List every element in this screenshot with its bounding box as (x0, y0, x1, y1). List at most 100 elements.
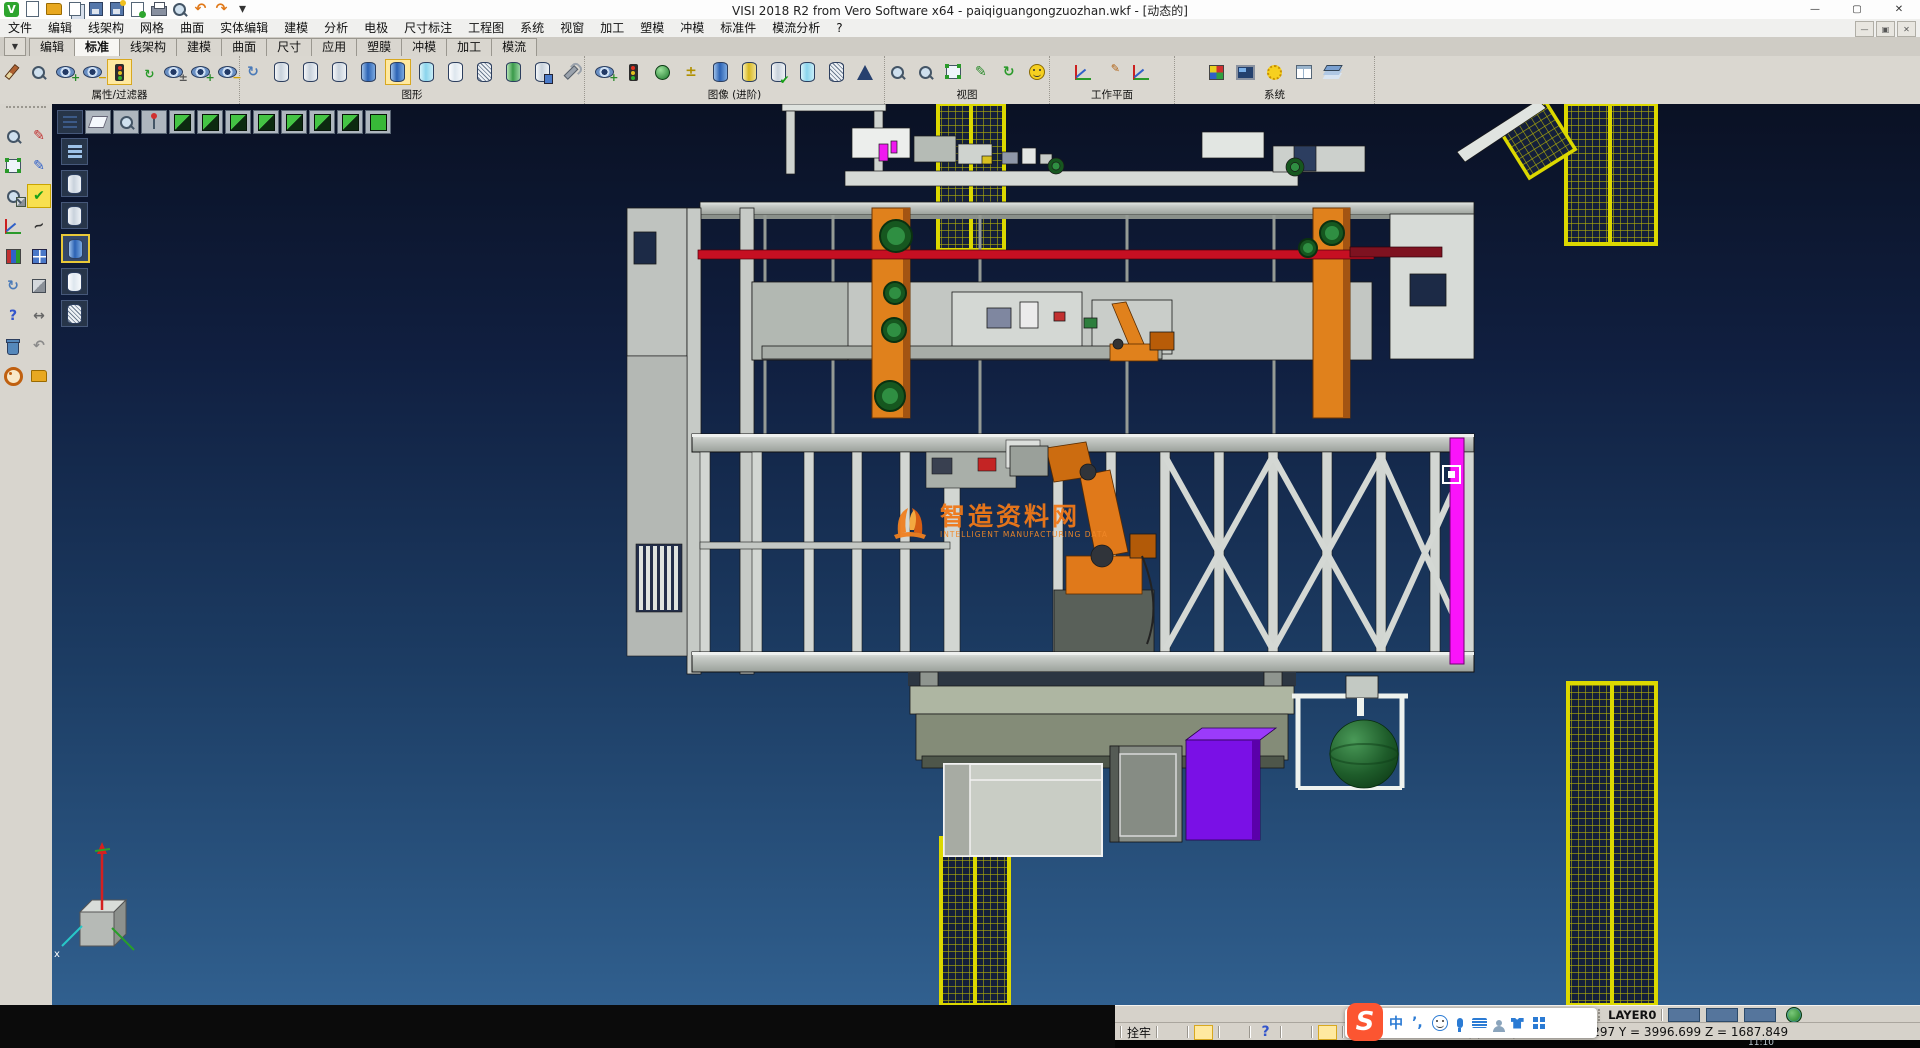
safety-fence-left-bottom[interactable] (941, 838, 1009, 1005)
delete-trash-icon[interactable] (1, 334, 25, 358)
robot-arm[interactable] (1010, 442, 1156, 652)
menu-item-14[interactable]: 塑模 (632, 19, 672, 37)
tab-1[interactable]: 标准 (74, 38, 120, 56)
tab-2[interactable]: 线架构 (119, 38, 177, 56)
selected-magenta-beam[interactable] (1443, 438, 1464, 664)
wireframe-display-icon[interactable] (269, 59, 295, 85)
menu-item-5[interactable]: 实体编辑 (212, 19, 276, 37)
hidden-line-mode-icon[interactable] (61, 202, 88, 229)
color-palette-icon[interactable] (1204, 59, 1230, 85)
menu-item-1[interactable]: 编辑 (40, 19, 80, 37)
menu-item-11[interactable]: 系统 (512, 19, 552, 37)
menu-item-2[interactable]: 线架构 (80, 19, 132, 37)
snap-cube-icon[interactable] (1287, 1025, 1306, 1040)
window-grid-icon[interactable] (27, 244, 51, 268)
menu-item-7[interactable]: 分析 (316, 19, 356, 37)
work-mode-icon[interactable] (1225, 1025, 1244, 1040)
view-isometric-icon[interactable] (337, 110, 363, 134)
tab-8[interactable]: 冲模 (401, 38, 447, 56)
green-sphere[interactable] (1330, 720, 1398, 788)
tab-7[interactable]: 塑膜 (356, 38, 402, 56)
view-right-icon[interactable] (253, 110, 279, 134)
view-frame-icon[interactable] (941, 59, 966, 85)
under-floor-equipment[interactable] (908, 672, 1408, 856)
axis-view-icon[interactable] (141, 110, 167, 134)
roof-machinery[interactable] (782, 104, 1546, 186)
view-top-icon[interactable] (281, 110, 307, 134)
advanced-refresh-icon[interactable] (649, 59, 675, 85)
advanced-show-icon[interactable]: + (591, 59, 617, 85)
menu-item-18[interactable]: ? (828, 19, 850, 37)
zoom-preview-icon[interactable] (885, 59, 910, 85)
tab-3[interactable]: 建模 (176, 38, 222, 56)
close-button[interactable]: ✕ (1878, 0, 1920, 19)
refresh-visibility-icon[interactable] (135, 59, 159, 85)
menu-item-15[interactable]: 冲模 (672, 19, 712, 37)
menu-item-9[interactable]: 尺寸标注 (396, 19, 460, 37)
render-smiley-icon[interactable] (1024, 59, 1049, 85)
menu-item-6[interactable]: 建模 (276, 19, 316, 37)
measure-distance-icon[interactable]: ↔ (27, 304, 51, 328)
zoom-solid-icon[interactable] (1, 184, 25, 208)
solid-cube-icon[interactable] (27, 274, 51, 298)
erase-sketch-icon[interactable]: ✎ (27, 124, 51, 148)
panel-grip[interactable] (6, 106, 46, 116)
ucs-axes-icon[interactable] (1, 214, 25, 238)
ime-skin-icon[interactable] (1511, 1018, 1524, 1029)
sketch-curve-icon[interactable]: ✎ (27, 154, 51, 178)
mdi-minimize-button[interactable]: — (1855, 21, 1874, 37)
safety-fence-diagonal[interactable] (1500, 104, 1575, 178)
display-menu-icon[interactable] (61, 138, 88, 165)
advanced-toggle-icon[interactable]: ± (678, 59, 704, 85)
view-back-icon[interactable] (197, 110, 223, 134)
system-table-icon[interactable] (1291, 59, 1317, 85)
shaded-display-icon[interactable] (356, 59, 382, 85)
regenerate-icon[interactable]: ↻ (1, 274, 25, 298)
system-light-icon[interactable] (1262, 59, 1288, 85)
machine-model[interactable]: x (52, 104, 1920, 1005)
attributes-brush-icon[interactable] (0, 59, 24, 85)
workplane-edit-icon[interactable] (1099, 59, 1125, 85)
attributes-preview-icon[interactable] (27, 59, 51, 85)
menu-item-12[interactable]: 视窗 (552, 19, 592, 37)
mdi-close-button[interactable]: ✕ (1897, 21, 1916, 37)
view-shaded-cube-icon[interactable] (365, 110, 391, 134)
open-document-icon[interactable] (27, 364, 51, 388)
mdi-restore-button[interactable]: ▣ (1876, 21, 1895, 37)
system-layers-icon[interactable] (1320, 59, 1346, 85)
tab-10[interactable]: 模流 (491, 38, 537, 56)
workplane-view-icon[interactable] (85, 110, 111, 134)
hide-entities-icon[interactable]: − (81, 59, 105, 85)
view-bottom-icon[interactable] (309, 110, 335, 134)
section-display-icon[interactable] (500, 59, 526, 85)
menu-item-13[interactable]: 加工 (592, 19, 632, 37)
help-icon[interactable]: ? (1, 304, 25, 328)
context-help-icon[interactable]: ? (1256, 1025, 1275, 1040)
filters-traffic-light-icon[interactable] (107, 59, 131, 85)
highlight-shade-icon[interactable] (736, 59, 762, 85)
attribute-books-icon[interactable] (1, 244, 25, 268)
menu-item-17[interactable]: 模流分析 (764, 19, 828, 37)
menu-item-3[interactable]: 网格 (132, 19, 172, 37)
tab-dropdown-button[interactable]: ▼ (4, 37, 26, 56)
snap-settings-icon[interactable] (1163, 1025, 1182, 1040)
ime-account-icon[interactable] (1496, 1020, 1502, 1026)
plane-select-icon[interactable] (1, 154, 25, 178)
grey-cabinet[interactable] (1110, 746, 1182, 842)
menu-item-8[interactable]: 电极 (356, 19, 396, 37)
menu-item-10[interactable]: 工程图 (460, 19, 512, 37)
tab-9[interactable]: 加工 (446, 38, 492, 56)
ime-punctuation-toggle[interactable]: ’, (1412, 1015, 1423, 1031)
dashed-hidden-display-icon[interactable] (327, 59, 353, 85)
safety-fence-right-top[interactable] (1566, 104, 1656, 244)
pick-filter-icon[interactable] (1194, 1025, 1213, 1040)
menu-item-4[interactable]: 曲面 (172, 19, 212, 37)
copy-display-icon[interactable] (529, 59, 555, 85)
display-settings-icon[interactable] (558, 59, 584, 85)
3d-viewport[interactable]: x 智造资料网 INTELLIGENT MANUFACTURING DATA (52, 104, 1920, 1005)
tab-4[interactable]: 曲面 (221, 38, 267, 56)
ime-microphone-icon[interactable] (1457, 1018, 1463, 1028)
hidden-line-display-icon[interactable] (298, 59, 324, 85)
view-refresh-icon[interactable]: ↻ (996, 59, 1021, 85)
workplane-axes-icon[interactable] (1070, 59, 1096, 85)
